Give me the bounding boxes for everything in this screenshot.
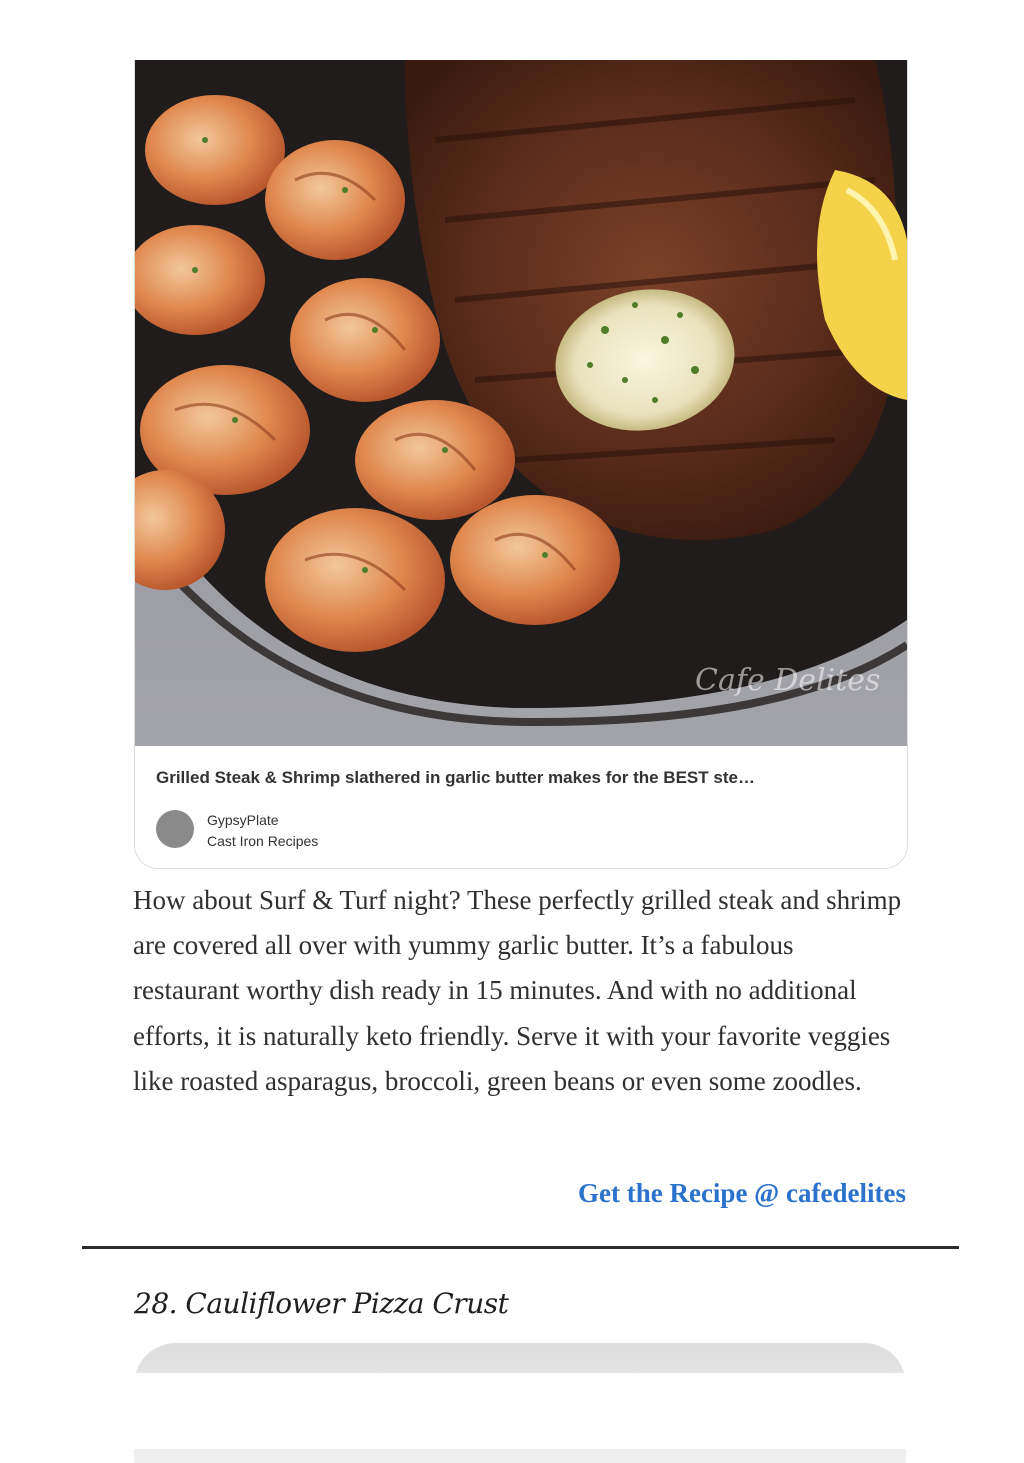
watermark-text: Cafe Delites xyxy=(695,663,880,698)
pin-board-name[interactable]: Cast Iron Recipes xyxy=(207,831,318,852)
get-recipe-link[interactable]: Get the Recipe @ cafedelites xyxy=(578,1178,906,1209)
user-avatar[interactable] xyxy=(156,810,194,848)
section-heading: 28. Cauliflower Pizza Crust xyxy=(134,1287,509,1320)
section-divider xyxy=(82,1246,959,1249)
pinterest-pin-card[interactable]: Cafe Delites Grilled Steak & Shrimp slat… xyxy=(134,60,908,869)
steak-shrimp-photo[interactable]: Cafe Delites xyxy=(135,60,907,746)
food-illustration: Cafe Delites xyxy=(135,60,907,746)
pin-username[interactable]: GypsyPlate xyxy=(207,810,279,831)
recipe-description: How about Surf & Turf night? These perfe… xyxy=(133,885,902,1096)
pin-title[interactable]: Grilled Steak & Shrimp slathered in garl… xyxy=(156,768,886,788)
page-bottom-margin xyxy=(0,1373,1024,1449)
